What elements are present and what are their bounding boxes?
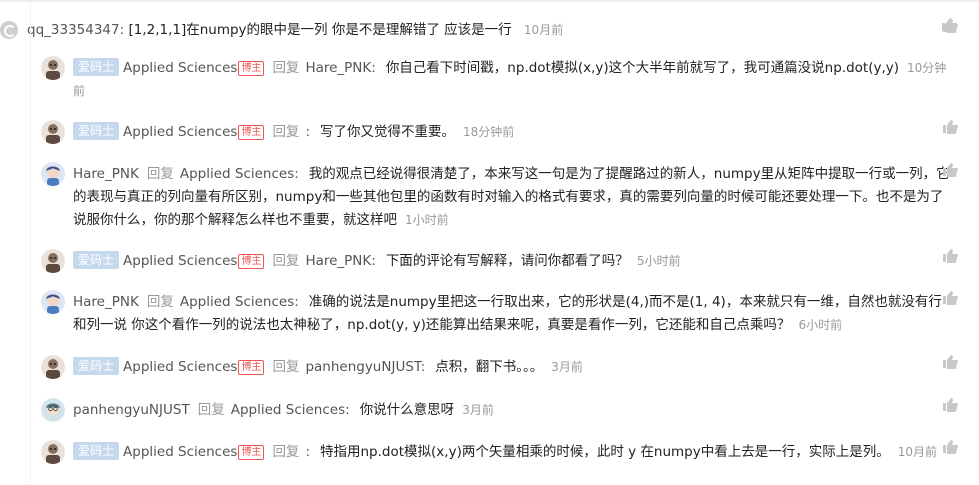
badge-bo: 博主 bbox=[238, 125, 265, 140]
badge-bo: 博主 bbox=[238, 254, 265, 269]
thumbs-up-icon[interactable] bbox=[942, 354, 958, 369]
reply-time: 6小时前 bbox=[798, 318, 843, 332]
reply-word: 回复 bbox=[146, 166, 174, 182]
reply-target[interactable]: Applied Sciences: bbox=[231, 402, 350, 418]
reply-content: 点积，翻下书。。。 bbox=[435, 359, 544, 375]
reply-text: panhengyuNJUST 回复 Applied Sciences: 你说什么意思呀… bbox=[73, 399, 953, 422]
reply-item: Hare_PNK 回复 Applied Sciences: 我的观点已经说得很清楚了，… bbox=[31, 161, 951, 233]
reply-word: 回复 bbox=[272, 444, 300, 460]
badge-bo: 博主 bbox=[238, 61, 265, 76]
reply-text: Hare_PNK 回复 Applied Sciences: 准确的说法是numpy里把… bbox=[73, 291, 953, 337]
reply-word: 回复 bbox=[272, 124, 300, 140]
reply-content: 你说什么意思呀 bbox=[359, 402, 455, 418]
reply-text: 爱码士 Applied Sciences 博主 回复: 写了你又觉得不重要。 18分钟前 bbox=[73, 121, 953, 144]
badge-code: 爱码士 bbox=[73, 442, 120, 460]
applied-sciences-avatar[interactable] bbox=[41, 440, 65, 464]
applied-sciences-avatar[interactable] bbox=[41, 249, 65, 273]
thumbs-up-icon[interactable] bbox=[942, 162, 958, 177]
reply-item: Hare_PNK 回复 Applied Sciences: 准确的说法是numpy里把… bbox=[31, 289, 951, 339]
reply-item: 爱码士 Applied Sciences 博主 回复 panhengyuNJUST: 点积… bbox=[31, 354, 951, 380]
reply-username[interactable]: Applied Sciences bbox=[123, 359, 237, 375]
reply-text: 爱码士 Applied Sciences 博主 回复 panhengyuNJUST: 点积… bbox=[73, 356, 953, 379]
reply-word: 回复 bbox=[272, 60, 300, 76]
reply-item: 爱码士 Applied Sciences 博主 回复 Hare_PNK: 你自己看下时间戳… bbox=[31, 55, 951, 101]
reply-time: 5小时前 bbox=[636, 254, 681, 268]
reply-username[interactable]: panhengyuNJUST bbox=[73, 402, 190, 418]
applied-sciences-avatar[interactable] bbox=[41, 56, 65, 80]
reply-time: 10月前 bbox=[897, 445, 938, 459]
reply-time: 3月前 bbox=[462, 403, 494, 417]
reply-time: 18分钟前 bbox=[463, 125, 515, 139]
reply-item: 爱码士 Applied Sciences 博主 回复: 写了你又觉得不重要。 18分钟前 bbox=[31, 119, 951, 145]
reply-text: 爱码士 Applied Sciences 博主 回复: 特指用np.dot模拟(x,y)… bbox=[73, 441, 953, 464]
reply-item: 爱码士 Applied Sciences 博主 回复 Hare_PNK: 下面的评论有写解… bbox=[31, 248, 951, 274]
reply-target[interactable]: : bbox=[305, 124, 310, 140]
reply-target[interactable]: panhengyuNJUST: bbox=[305, 359, 425, 375]
reply-target[interactable]: Hare_PNK: bbox=[305, 253, 375, 269]
reply-username[interactable]: Applied Sciences bbox=[123, 253, 237, 269]
badge-code: 爱码士 bbox=[73, 122, 120, 140]
reply-username[interactable]: Applied Sciences bbox=[123, 60, 237, 76]
reply-word: 回复 bbox=[272, 253, 300, 269]
thumbs-up-icon[interactable] bbox=[942, 397, 958, 412]
reply-text: Hare_PNK 回复 Applied Sciences: 我的观点已经说得很清楚了，… bbox=[73, 163, 953, 232]
user-avatar[interactable] bbox=[0, 21, 18, 39]
thumbs-up-icon[interactable] bbox=[942, 119, 958, 134]
applied-sciences-avatar[interactable] bbox=[41, 120, 65, 144]
reply-word: 回复 bbox=[146, 294, 174, 310]
thumbs-up-icon[interactable] bbox=[942, 290, 958, 305]
reply-time: 1小时前 bbox=[405, 213, 449, 227]
badge-code: 爱码士 bbox=[73, 251, 120, 269]
thumbs-up-icon[interactable] bbox=[942, 248, 958, 263]
badge-bo: 博主 bbox=[238, 360, 265, 375]
reply-content: 写了你又觉得不重要。 bbox=[320, 124, 455, 140]
reply-item: panhengyuNJUST 回复 Applied Sciences: 你说什么意思呀… bbox=[31, 397, 951, 423]
thumbs-up-icon[interactable] bbox=[942, 439, 958, 454]
applied-sciences-avatar[interactable] bbox=[41, 355, 65, 379]
badge-bo: 博主 bbox=[238, 445, 265, 460]
reply-item: 爱码士 Applied Sciences 博主 回复: 特指用np.dot模拟(x,y)… bbox=[31, 439, 951, 485]
reply-list: 爱码士 Applied Sciences 博主 回复 Hare_PNK: 你自己看下时间戳… bbox=[30, 0, 979, 483]
reply-text: 爱码士 Applied Sciences 博主 回复 Hare_PNK: 下面的评论有写解… bbox=[73, 250, 953, 273]
reply-content: 你自己看下时间戳，np.dot模拟(x,y)这个大半年前就写了，我可通篇没说np… bbox=[385, 60, 899, 76]
reply-word: 回复 bbox=[197, 402, 225, 418]
reply-target[interactable]: Applied Sciences: bbox=[180, 294, 299, 310]
panhengyu-avatar[interactable] bbox=[41, 398, 65, 422]
reply-username[interactable]: Applied Sciences bbox=[123, 124, 237, 140]
reply-time: 3月前 bbox=[551, 360, 583, 374]
reply-username[interactable]: Hare_PNK bbox=[73, 294, 139, 310]
reply-target[interactable]: : bbox=[305, 444, 310, 460]
hare-avatar[interactable] bbox=[41, 290, 65, 314]
reply-target[interactable]: Applied Sciences: bbox=[180, 166, 299, 182]
reply-content: 特指用np.dot模拟(x,y)两个矢量相乘的时候，此时 y 在numpy中看上… bbox=[320, 444, 890, 460]
reply-content: 下面的评论有写解释，请问你都看了吗？ bbox=[385, 253, 629, 269]
badge-code: 爱码士 bbox=[73, 357, 120, 375]
hare-avatar[interactable] bbox=[41, 162, 65, 186]
reply-username[interactable]: Applied Sciences bbox=[123, 444, 237, 460]
reply-text: 爱码士 Applied Sciences 博主 回复 Hare_PNK: 你自己看下时间戳… bbox=[73, 57, 953, 103]
reply-target[interactable]: Hare_PNK: bbox=[305, 60, 375, 76]
thumbs-up-icon[interactable] bbox=[942, 18, 958, 33]
reply-username[interactable]: Hare_PNK bbox=[73, 166, 139, 182]
reply-word: 回复 bbox=[272, 359, 300, 375]
badge-code: 爱码士 bbox=[73, 58, 120, 76]
